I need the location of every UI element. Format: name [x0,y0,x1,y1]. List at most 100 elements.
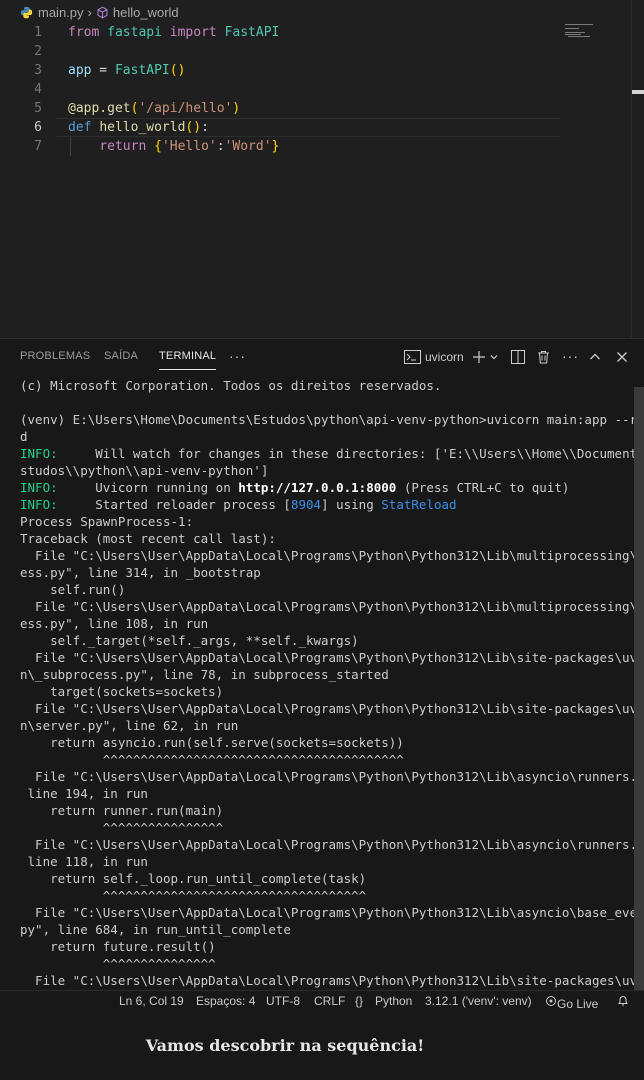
broadcast-icon [546,996,556,1006]
line-number: 7 [34,139,42,154]
terminal-line: return runner.run(main) [20,803,224,818]
code-area[interactable]: 1 from fastapi import FastAPI 2 3 app = … [0,23,560,156]
encoding[interactable]: UTF-8 [266,994,300,1008]
keyword: import [169,25,217,40]
terminal-line: studos\\python\\api-venv-python'] [20,463,269,478]
status-bar: Ln 6, Col 19 Espaços: 4 UTF-8 CRLF {} Py… [0,990,644,1013]
tab-problems[interactable]: PROBLEMAS [20,350,90,362]
chevron-down-icon [490,355,498,360]
terminal-text: ] using [321,497,382,512]
ellipsis-icon[interactable]: ··· [562,348,579,364]
terminal-line: self._target(*self._args, **self._kwargs… [20,633,359,648]
terminal-line: Process SpawnProcess-1: [20,514,194,529]
terminal-line: return asyncio.run(self.serve(sockets=so… [20,735,404,750]
code-line: 7 return {'Hello':'Word'} [0,137,560,156]
function-name: hello_world [99,120,186,135]
terminal-line: ess.py", line 108, in run [20,616,209,631]
traceback-block: Process SpawnProcess-1: Traceback (most r… [20,513,644,989]
code-line: 4 [0,80,560,99]
scrollbar-cursor-marker [632,90,644,94]
go-live-label: Go Live [557,997,599,1011]
code-line-current: 6 def hello_world(): [0,118,560,137]
breadcrumb: main.py › hello_world [0,0,644,24]
keyword: from [68,25,100,40]
terminal-line: (c) Microsoft Corporation. Todos os dire… [20,378,442,393]
terminal-line: d [20,429,28,444]
editor[interactable]: main.py › hello_world 1 from fastapi imp… [0,0,644,338]
terminal-line: INFO: Will watch for changes in these di… [20,445,644,462]
editor-scrollbar[interactable] [631,0,644,338]
line-number: 1 [34,25,42,40]
colon: : [216,139,225,154]
code-line: 5 @app.get('/api/hello') [0,99,560,118]
terminal-line: ^^^^^^^^^^^^^^^^ [20,820,224,835]
breadcrumb-file[interactable]: main.py [38,5,84,20]
terminal-line: line 118, in run [20,854,148,869]
panel-tabs: PROBLEMAS SAÍDA TERMINAL ··· uvicorn ··· [0,339,644,374]
brace-close: } [271,139,280,154]
terminal-selector[interactable]: uvicorn [404,347,464,367]
reloader-name: StatReload [381,497,457,512]
indentation[interactable]: Espaços: 4 [196,994,255,1008]
close-panel-button[interactable] [616,347,628,367]
line-number: 6 [34,120,42,135]
cursor-position[interactable]: Ln 6, Col 19 [119,994,184,1008]
terminal-line: INFO: Started reloader process [8904] us… [20,496,624,513]
split-terminal-button[interactable] [511,347,525,367]
brace-open: { [154,139,162,154]
terminal-line: File "C:\Users\User\AppData\Local\Progra… [20,973,644,988]
keyword: def [68,120,92,135]
terminal-line: line 194, in run [20,786,148,801]
terminal-line: return self._loop.run_until_complete(tas… [20,871,367,886]
terminal-line: return future.result() [20,939,216,954]
info-label: INFO: [20,446,58,461]
string: 'Hello' [161,139,217,154]
code-line: 1 from fastapi import FastAPI [0,23,560,42]
minimap[interactable] [565,22,605,42]
terminal-output[interactable]: (c) Microsoft Corporation. Todos os dire… [20,377,644,989]
terminal-line: File "C:\Users\User\AppData\Local\Progra… [20,837,644,852]
end-of-line[interactable]: CRLF [314,994,345,1008]
terminal-text: Started reloader process [ [57,497,291,512]
line-number: 3 [34,63,42,78]
python-interpreter[interactable]: 3.12.1 ('venv': venv) [425,994,532,1008]
terminal-icon [404,350,421,364]
decorator: @app.get [68,101,131,116]
language-mode[interactable]: Python [375,994,412,1008]
tab-terminal[interactable]: TERMINAL [159,350,217,370]
terminal-line: n\_subprocess.py", line 78, in subproces… [20,667,389,682]
go-live-button[interactable]: Go Live [545,994,598,1011]
class-call: FastAPI [114,63,170,78]
terminal-line: ^^^^^^^^^^^^^^^ [20,956,216,971]
terminal-line: ess.py", line 314, in _bootstrap [20,565,261,580]
new-terminal-button[interactable] [472,347,499,367]
terminal-line: File "C:\Users\User\AppData\Local\Progra… [20,701,644,716]
terminal-line: File "C:\Users\User\AppData\Local\Progra… [20,650,644,665]
process-id: 8904 [290,497,322,512]
python-file-icon [20,6,33,18]
server-url-link[interactable]: http://127.0.0.1:8000 [238,480,396,495]
notifications-button[interactable] [617,994,629,1010]
code-line: 3 app = FastAPI() [0,61,560,80]
breadcrumb-symbol[interactable]: hello_world [113,5,179,20]
ellipsis-icon[interactable]: ··· [229,348,246,364]
info-label: INFO: [20,497,58,512]
terminal-line: File "C:\Users\User\AppData\Local\Progra… [20,905,644,920]
terminal-line: INFO: Uvicorn running on http://127.0.0.… [20,479,624,496]
variable: app [68,63,92,78]
tab-output[interactable]: SAÍDA [104,350,138,362]
terminal-line: self.run() [20,582,126,597]
bell-icon [618,996,628,1006]
module-name: fastapi [107,25,162,40]
symbol-method-icon [97,6,108,18]
maximize-panel-button[interactable] [589,347,601,367]
line-number: 5 [34,101,42,116]
braces-icon[interactable]: {} [355,994,363,1008]
chevron-up-icon [590,353,600,360]
terminal-scrollbar[interactable] [634,387,644,991]
terminal-line: File "C:\Users\User\AppData\Local\Progra… [20,548,644,563]
keyword: return [99,139,147,154]
line-number: 4 [34,82,42,97]
terminal-line: py", line 684, in run_until_complete [20,922,291,937]
kill-terminal-button[interactable] [537,347,550,367]
